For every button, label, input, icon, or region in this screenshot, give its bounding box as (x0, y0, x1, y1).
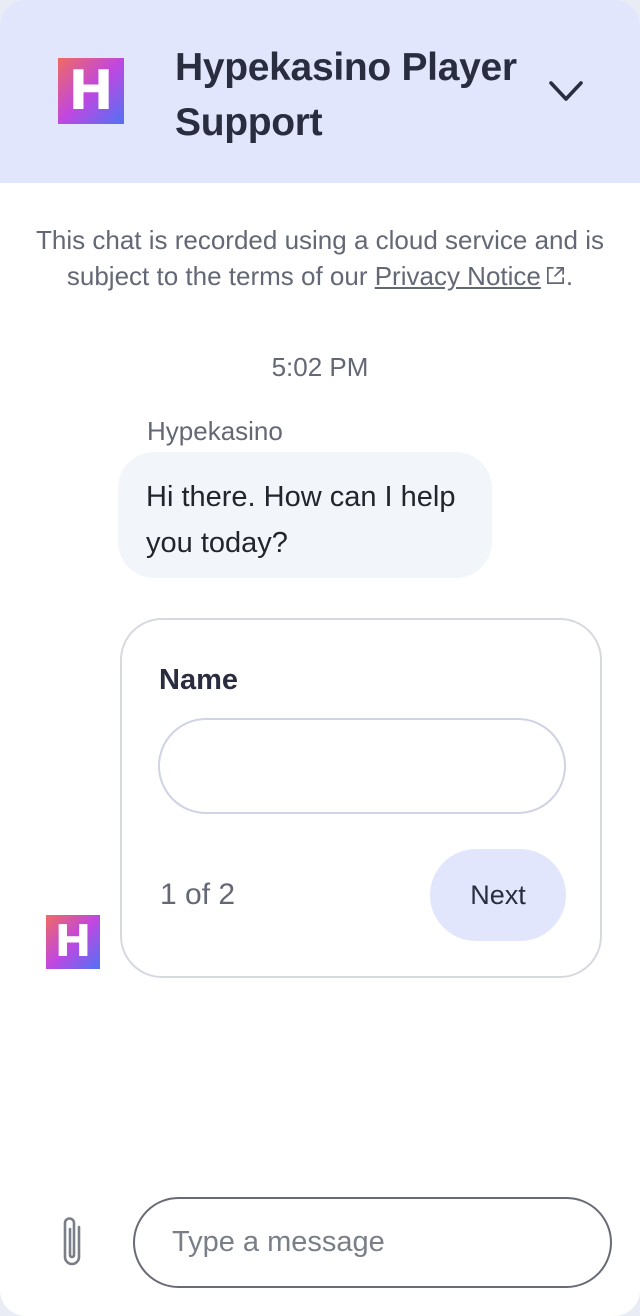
sender-name: Hypekasino (147, 416, 283, 446)
name-input[interactable] (158, 718, 566, 814)
name-field-label: Name (159, 664, 238, 696)
message-bubble: Hi there. How can I help you today? (118, 452, 492, 578)
privacy-notice-link[interactable]: Privacy Notice (375, 261, 566, 291)
chevron-down-icon[interactable] (540, 68, 592, 114)
paperclip-icon[interactable] (54, 1213, 90, 1271)
privacy-notice-link-label: Privacy Notice (374, 261, 541, 291)
chat-header: H Hypekasino Player Support (0, 0, 640, 183)
chat-widget: H Hypekasino Player Support This chat is… (0, 0, 640, 1316)
next-button[interactable]: Next (430, 849, 566, 941)
recording-notice: This chat is recorded using a cloud serv… (20, 222, 620, 294)
chat-title: Hypekasino Player Support (175, 46, 517, 144)
message-timestamp: 5:02 PM (271, 352, 369, 382)
external-link-icon (546, 267, 564, 284)
message-input[interactable] (133, 1197, 612, 1288)
form-page-indicator: 1 of 2 (160, 878, 236, 911)
name-form-card: Name 1 of 2 Next (120, 618, 602, 978)
agent-avatar: H (46, 915, 100, 969)
notice-period: . (565, 261, 574, 291)
brand-logo: H (58, 58, 124, 124)
